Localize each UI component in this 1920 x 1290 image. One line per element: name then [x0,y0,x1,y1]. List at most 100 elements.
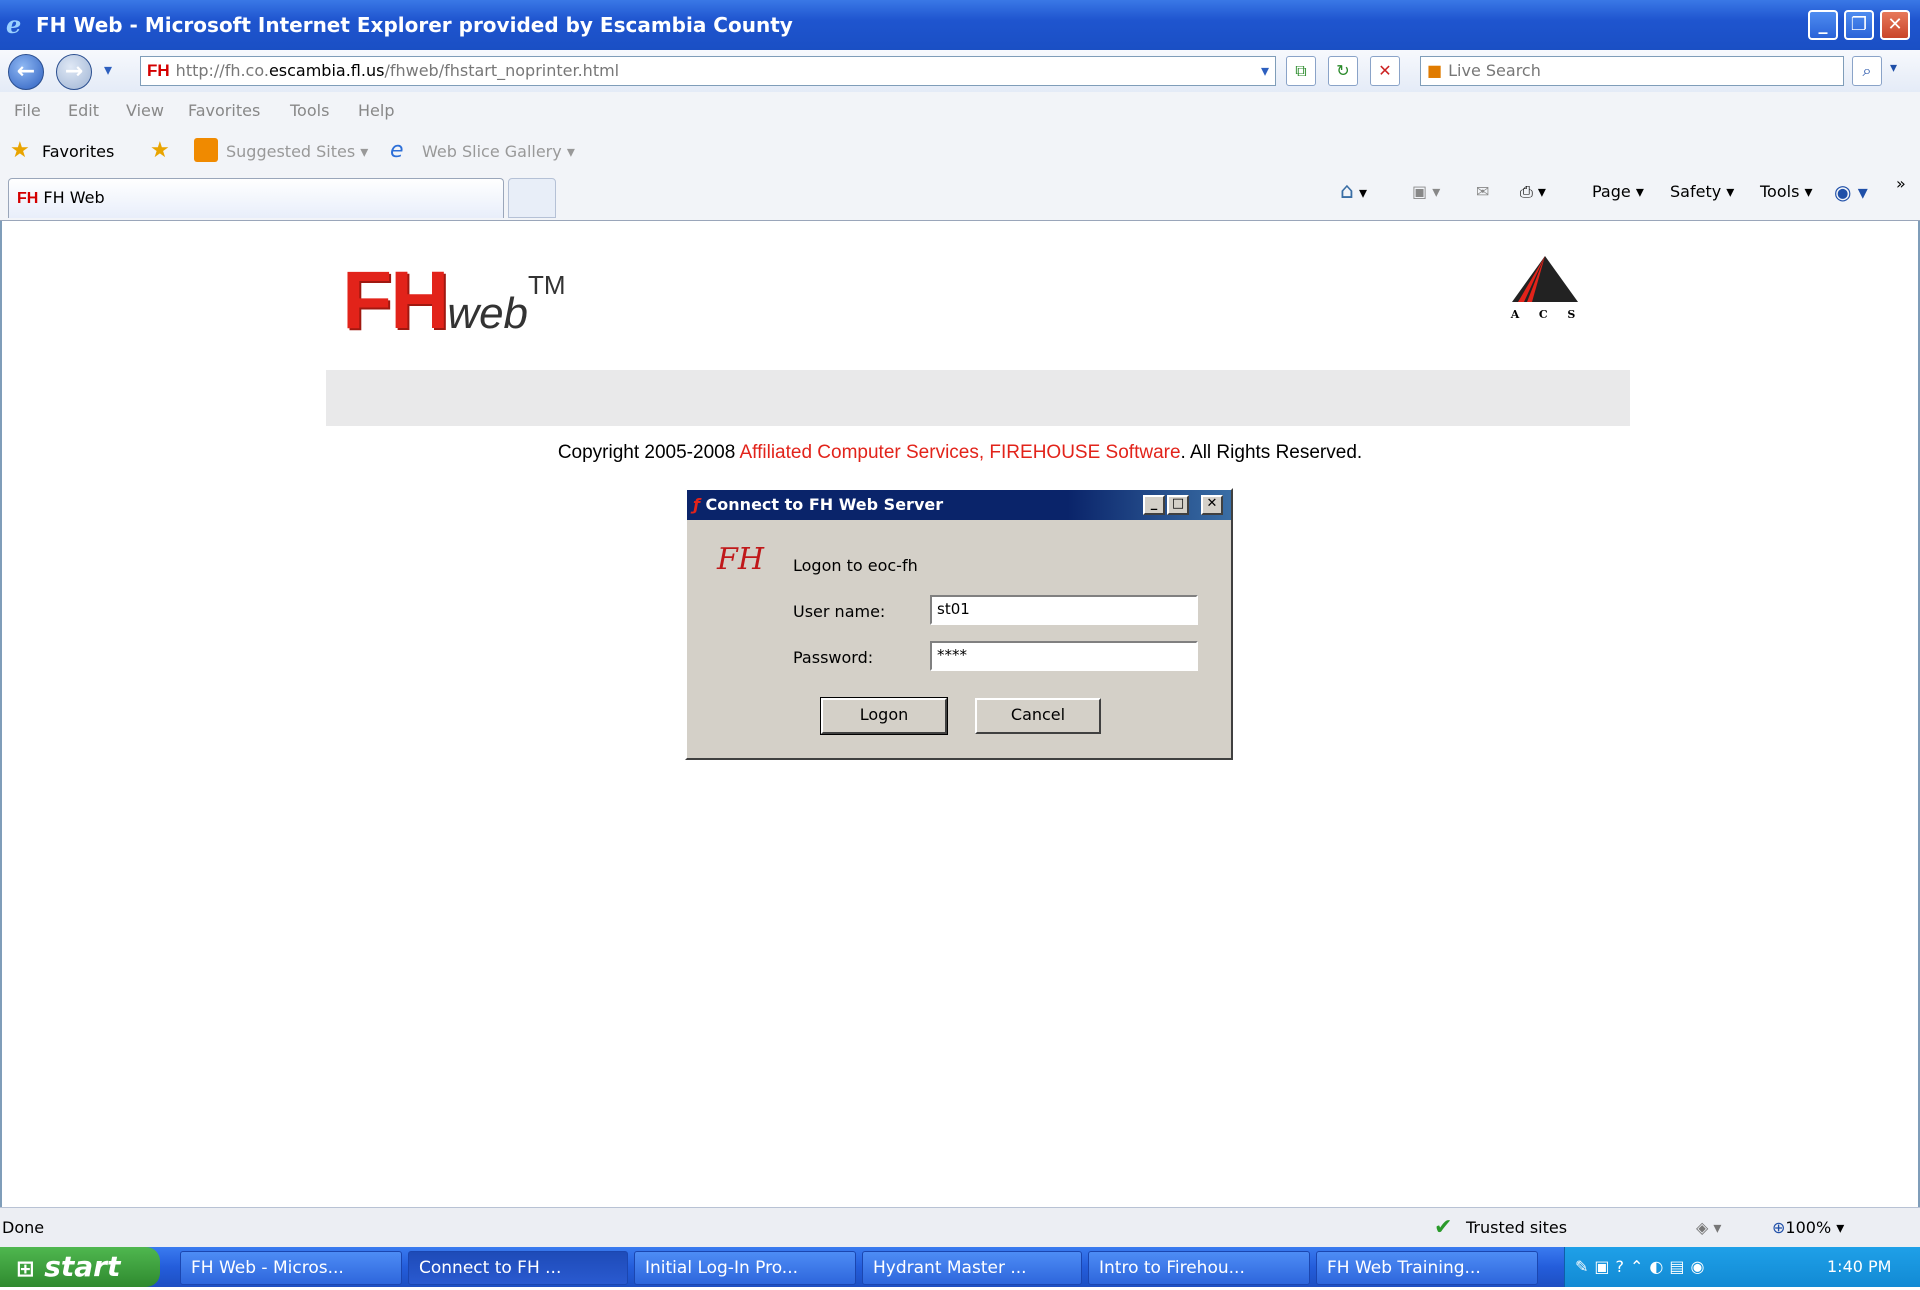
search-placeholder: Live Search [1448,61,1541,80]
feeds-icon[interactable]: ▣ ▾ [1412,178,1440,206]
header-band [326,370,1630,426]
suggested-sites-button[interactable]: Suggested Sites ▾ [226,142,368,161]
taskbar-item-fh-web-training[interactable]: FH Web Training... [1316,1251,1538,1285]
start-label: start [44,1250,121,1283]
address-toolbar: ← → ▾ FH http://fh.co.escambia.fl.us/fhwe… [0,50,1920,92]
copyright-suffix: . All Rights Reserved. [1180,442,1363,463]
help-icon[interactable]: ◉ ▾ [1834,178,1868,206]
dialog-title: Connect to FH Web Server [705,495,944,514]
password-field[interactable]: **** [930,641,1198,671]
history-dropdown-icon[interactable]: ▾ [104,60,112,79]
restore-button[interactable]: ❐ [1844,10,1874,40]
minimize-button[interactable]: _ [1808,10,1838,40]
logo-fh-text: FH [342,255,449,346]
menu-file[interactable]: File [14,101,41,120]
live-search-logo-icon: ■ [1427,61,1443,80]
search-options-icon[interactable]: ▾ [1890,60,1897,76]
window-title-bar[interactable]: e FH Web - Microsoft Internet Explorer p… [0,0,1920,50]
menu-favorites[interactable]: Favorites [188,101,260,120]
fhweb-app-icon: FH [717,542,764,577]
logo-web-text: web [447,289,529,338]
copyright-link[interactable]: Affiliated Computer Services, FIREHOUSE … [740,442,1181,463]
home-icon[interactable]: ⌂ ▾ [1340,178,1367,207]
new-tab-button[interactable] [508,178,556,218]
taskbar-item-label: Hydrant Master ... [873,1258,1027,1278]
connect-dialog: ƒ Connect to FH Web Server _ □ ✕ FH Logo… [685,488,1233,760]
menu-edit[interactable]: Edit [68,101,99,120]
menu-help[interactable]: Help [358,101,394,120]
internet-explorer-icon: e [6,10,22,39]
url-path: /fhweb/fhstart_noprinter.html [384,61,620,80]
taskbar-item-fh-web[interactable]: FH Web - Micros... [180,1251,402,1285]
fhweb-small-icon: ƒ [693,495,700,514]
system-tray: ✎▣?⌃◐▤◉ 1:40 PM [1564,1247,1920,1287]
page-menu[interactable]: Page ▾ [1592,178,1644,206]
favorites-button[interactable]: Favorites [42,142,114,161]
tools-menu[interactable]: Tools ▾ [1760,178,1813,206]
zoom-icon: ⊕ [1772,1218,1786,1237]
menu-bar: File Edit View Favorites Tools Help [0,92,1920,128]
tab-favicon: FH [17,190,39,207]
dialog-close-button[interactable]: ✕ [1201,495,1223,515]
status-bar: Done ✔ Trusted sites ◈ ▾ ⊕100% ▾ [0,1207,1920,1248]
logon-button[interactable]: Logon [820,697,948,735]
taskbar-item-hydrant-master[interactable]: Hydrant Master ... [862,1251,1082,1285]
taskbar-item-initial-login[interactable]: Initial Log-In Pro... [634,1251,856,1285]
compatibility-view-icon[interactable]: ⧉ [1286,56,1316,86]
cancel-button[interactable]: Cancel [975,698,1101,734]
menu-tools[interactable]: Tools [290,101,329,120]
close-window-button[interactable]: ✕ [1880,10,1910,40]
menu-view[interactable]: View [126,101,164,120]
taskbar: ⊞ start FH Web - Micros... Connect to FH… [0,1247,1920,1287]
taskbar-item-label: Intro to Firehou... [1099,1258,1245,1278]
acs-letters: A C S [1510,308,1580,321]
fhweb-logo: FHwebTM [342,254,566,348]
security-zone-label: Trusted sites [1466,1218,1568,1237]
tab-fh-web[interactable]: FH FH Web [8,178,504,218]
taskbar-item-label: Connect to FH ... [419,1258,562,1278]
print-icon[interactable]: ⎙ ▾ [1520,178,1546,206]
tray-icons[interactable]: ✎▣?⌃◐▤◉ [1565,1257,1710,1276]
username-field[interactable]: st01 [930,595,1198,625]
trusted-check-icon: ✔ [1434,1215,1453,1240]
protected-mode-icon[interactable]: ◈ ▾ [1696,1208,1721,1248]
copyright-prefix: Copyright 2005-2008 [557,442,740,463]
url-input[interactable]: FH http://fh.co.escambia.fl.us/fhweb/fhst… [140,56,1276,86]
logon-to-label: Logon to eoc-fh [793,556,918,575]
dialog-title-bar[interactable]: ƒ Connect to FH Web Server _ □ ✕ [687,490,1231,520]
taskbar-item-label: Initial Log-In Pro... [645,1258,799,1278]
search-button[interactable]: ⌕ [1852,56,1882,86]
dialog-minimize-button[interactable]: _ [1143,495,1165,515]
dialog-maximize-button[interactable]: □ [1167,495,1189,515]
start-button[interactable]: ⊞ start [0,1247,160,1287]
password-label: Password: [793,648,874,667]
taskbar-item-label: FH Web - Micros... [191,1258,344,1278]
acs-mark-icon [1512,256,1578,302]
favorites-bar: ★ Favorites ★ Suggested Sites ▾ e Web Sl… [0,128,1920,175]
acs-logo: A C S [1510,254,1580,324]
web-slice-gallery-button[interactable]: Web Slice Gallery ▾ [422,142,575,161]
taskbar-item-label: FH Web Training... [1327,1258,1481,1278]
read-mail-icon[interactable]: ✉ [1476,178,1489,206]
web-slice-icon: e [390,138,404,163]
status-text: Done [2,1218,45,1237]
safety-menu[interactable]: Safety ▾ [1670,178,1734,206]
forward-button[interactable]: → [56,54,92,90]
favorites-star-icon: ★ [10,138,30,163]
taskbar-item-connect[interactable]: Connect to FH ... [408,1251,628,1285]
stop-icon[interactable]: ✕ [1370,56,1400,86]
site-favicon: FH [147,61,170,80]
refresh-icon[interactable]: ↻ [1328,56,1358,86]
zoom-value: 100% [1785,1218,1832,1237]
username-label: User name: [793,602,886,621]
more-commands-icon[interactable]: » [1896,170,1906,198]
zoom-level[interactable]: ⊕100% ▾ [1772,1208,1844,1248]
copyright-text: Copyright 2005-2008 Affiliated Computer … [0,442,1920,464]
url-dropdown-icon[interactable]: ▾ [1261,57,1269,85]
add-to-favorites-icon[interactable]: ★ [150,138,170,163]
back-button[interactable]: ← [8,54,44,90]
search-input[interactable]: ■ Live Search [1420,56,1844,86]
taskbar-item-intro-firehouse[interactable]: Intro to Firehou... [1088,1251,1310,1285]
url-prefix: http://fh.co. [175,61,269,80]
clock: 1:40 PM [1827,1257,1892,1276]
